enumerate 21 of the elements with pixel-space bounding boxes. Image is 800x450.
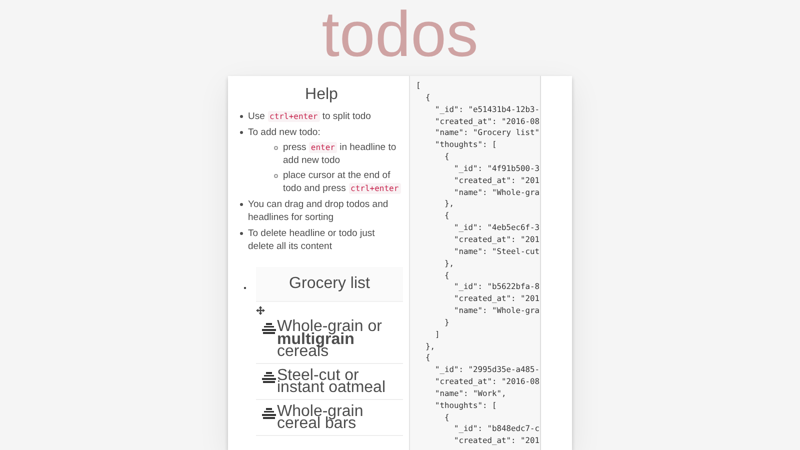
bullet-icon (240, 115, 243, 118)
todo-item[interactable]: Steel-cut or instant oatmeal (256, 364, 403, 400)
app-title: todos (322, 0, 478, 72)
bullet-icon (240, 232, 243, 235)
drag-handle-icon[interactable] (262, 323, 276, 334)
move-icon[interactable] (256, 306, 265, 315)
help-text: place cursor at the end of todo and press ctrl+enter (283, 169, 402, 195)
list-headline[interactable]: Grocery list (256, 267, 403, 302)
help-text: Use ctrl+enter to split todo (248, 110, 371, 123)
todo-item[interactable]: Whole-grain cereal bars (256, 400, 403, 436)
drag-handle-icon[interactable] (262, 372, 276, 382)
bullet-icon (274, 174, 278, 178)
drag-handle-icon[interactable] (262, 408, 276, 418)
help-text: To add new todo: (248, 126, 322, 139)
help-text: You can drag and drop todos and headlines for sorting (248, 198, 390, 224)
bullet-icon (274, 146, 278, 150)
bullet-icon (240, 131, 243, 134)
todo-item[interactable]: Whole-grain or multigrain cereals (256, 315, 403, 364)
help-text: To delete headline or todo just delete all its content (248, 227, 376, 253)
bullet-icon (240, 203, 243, 206)
help-title: Help (304, 86, 339, 104)
